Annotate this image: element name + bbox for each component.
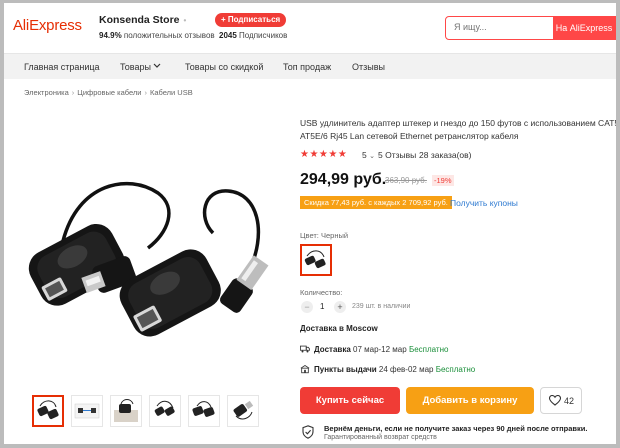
heart-icon (549, 395, 561, 406)
breadcrumb-item-usb-cables[interactable]: Кабели USB (150, 88, 193, 97)
chevron-down-icon: ⌄ (369, 153, 375, 160)
color-swatch-black[interactable] (300, 244, 332, 276)
guarantee-subtext: Гарантированный возврат средств (324, 434, 437, 441)
delivery-row: Доставка 07 мар-12 мар Бесплатно (300, 344, 448, 354)
thumbnail-4-image (154, 400, 175, 416)
wishlist-count: 42 (564, 396, 575, 406)
product-title: USB удлинитель адаптер штекер и гнездо д… (300, 117, 616, 143)
aliexpress-logo[interactable]: AliExpress (13, 17, 82, 34)
store-header: AliExpress Konsenda Store • 94.9% положит… (4, 3, 616, 53)
thumbnail-6[interactable] (227, 395, 259, 427)
add-to-cart-button[interactable]: Добавить в корзину (406, 387, 534, 414)
subscribers-count: 2045 Подписчиков (219, 31, 287, 40)
get-coupons-link[interactable]: Получить купоны (450, 198, 518, 208)
thumbnail-6-image (233, 400, 254, 420)
breadcrumb-separator: › (71, 88, 75, 97)
search-input[interactable] (454, 22, 549, 32)
subscribe-button[interactable]: + Подписаться (215, 13, 287, 27)
thumbnail-3[interactable] (110, 395, 142, 427)
pickup-point-icon (300, 365, 310, 374)
pickup-label: Пункты выдачи (314, 365, 377, 374)
nav-item-reviews[interactable]: Отзывы (352, 62, 385, 72)
nav-item-home[interactable]: Главная страница (24, 62, 100, 72)
wishlist-button[interactable]: 42 (540, 387, 582, 414)
positive-percent: 94.9% (99, 31, 122, 40)
subscribers-label: Подписчиков (239, 31, 288, 40)
breadcrumb: Электроника › Цифровые кабели › Кабели USB (24, 88, 193, 97)
pickup-row: Пункты выдачи 24 фев-02 мар Бесплатно (300, 364, 475, 374)
reviews-link[interactable]: 5 Отзывы (378, 150, 416, 160)
orders-count: 28 заказа(ов) (419, 150, 472, 160)
search-button[interactable]: На AliExpress (553, 15, 615, 40)
buy-now-button[interactable]: Купить сейчас (300, 387, 400, 414)
thumbnail-5-image (192, 401, 215, 417)
delivery-price: Бесплатно (408, 345, 449, 354)
old-price: 363,90 руб. (385, 176, 427, 185)
chevron-down-icon (154, 63, 161, 68)
nav-item-products[interactable]: Товары (120, 62, 161, 72)
quantity-label: Количество: (300, 288, 343, 297)
thumbnail-2[interactable] (71, 395, 103, 427)
product-main-image[interactable] (18, 163, 288, 343)
store-name-text[interactable]: Konsenda Store (99, 14, 180, 26)
nav-item-top-sales[interactable]: Топ продаж (283, 62, 331, 72)
quantity-value[interactable]: 1 (320, 302, 324, 311)
product-title-line-1: USB удлинитель адаптер штекер и гнездо д… (300, 118, 616, 128)
truck-icon (300, 345, 310, 353)
rating-number: 5 (362, 150, 367, 160)
nav-item-sale[interactable]: Товары со скидкой (185, 62, 263, 72)
thumbnail-4[interactable] (149, 395, 181, 427)
pickup-price: Бесплатно (435, 365, 476, 374)
thumbnail-1[interactable] (32, 395, 64, 427)
guarantee-text: Вернём деньги, если не получите заказ че… (324, 424, 588, 433)
coupon-tag: Скидка 77,43 руб. с каждых 2 709,92 руб. (300, 196, 452, 209)
delivery-dates: 07 мар-12 мар (353, 345, 407, 354)
thumbnail-1-image (37, 400, 59, 420)
stock-count: 239 шт. в наличии (352, 303, 411, 310)
store-name[interactable]: Konsenda Store • (99, 14, 186, 26)
thumbnail-5[interactable] (188, 395, 220, 427)
quantity-increase-button[interactable]: + (334, 301, 346, 313)
shield-icon (302, 425, 314, 439)
breadcrumb-item-digital-cables[interactable]: Цифровые кабели (77, 88, 141, 97)
subscribers-number: 2045 (219, 31, 237, 40)
delivery-label: Доставка (314, 345, 351, 354)
color-label: Цвет: Черный (300, 231, 349, 240)
search-box: На AliExpress (445, 15, 616, 40)
store-positive-feedback: 94.9% положительных отзывов (99, 31, 215, 40)
current-price: 294,99 руб. (300, 171, 387, 188)
discount-badge: -19% (432, 175, 454, 186)
thumbnail-2-image (74, 403, 100, 419)
delivery-destination[interactable]: Доставка в Moscow (300, 324, 378, 333)
positive-label: положительных отзывов (123, 31, 215, 40)
store-nav: Главная страница Товары Товары со скидко… (4, 53, 616, 79)
rating-stars-icon: ★★★★★ (300, 149, 348, 160)
rating-value[interactable]: 5 ⌄ (362, 150, 375, 160)
thumbnail-3-image (114, 399, 138, 422)
store-dot-icon: • (183, 16, 187, 25)
product-title-line-2: AT5E/6 Rj45 Lan сетевой Ethernet ретранс… (300, 131, 519, 141)
breadcrumb-item-electronics[interactable]: Электроника (24, 88, 69, 97)
pickup-dates: 24 фев-02 мар (378, 365, 434, 374)
quantity-decrease-button[interactable]: − (301, 301, 313, 313)
nav-item-products-label: Товары (120, 62, 151, 72)
breadcrumb-separator: › (144, 88, 147, 97)
color-swatch-image (304, 250, 326, 269)
browser-frame: AliExpress Konsenda Store • 94.9% положит… (0, 0, 620, 448)
